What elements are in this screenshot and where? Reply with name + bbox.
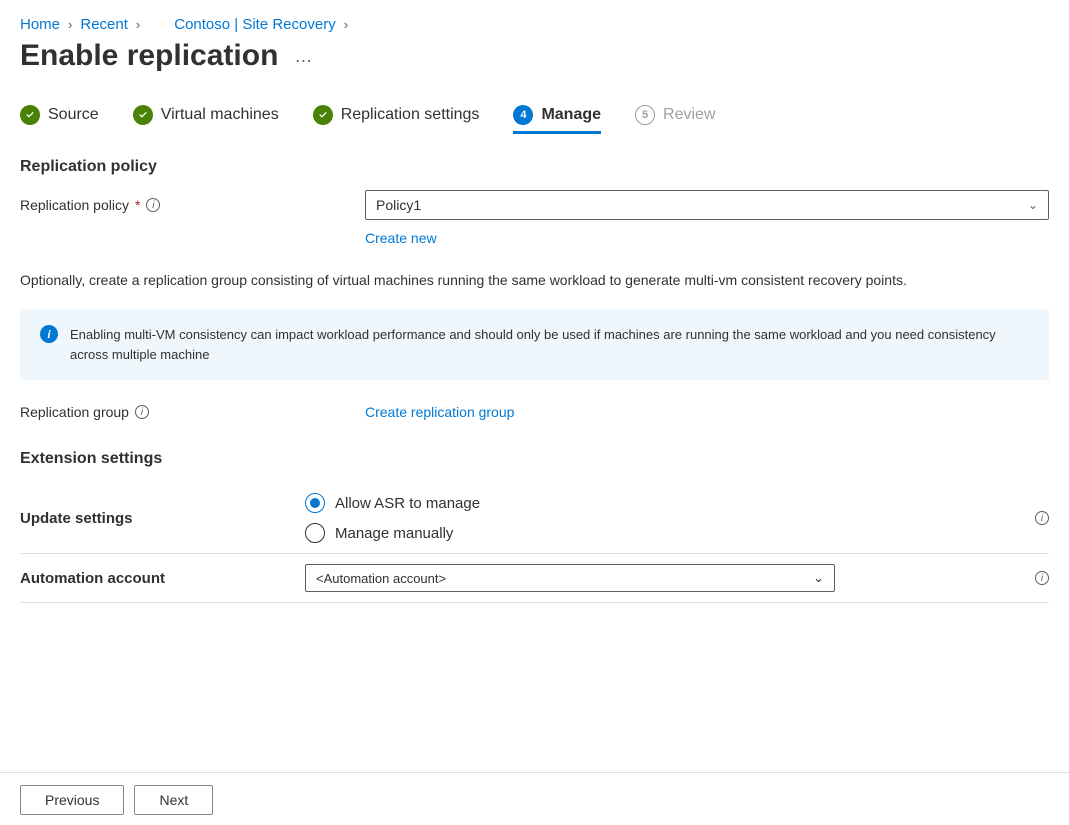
tab-review[interactable]: 5 Review bbox=[635, 105, 715, 134]
select-value: <Automation account> bbox=[316, 571, 446, 586]
label-replication-group: Replication group bbox=[20, 404, 129, 420]
info-icon[interactable]: i bbox=[1035, 571, 1049, 585]
tab-label: Source bbox=[48, 106, 99, 124]
replication-group-description: Optionally, create a replication group c… bbox=[20, 270, 1049, 291]
breadcrumb-site-recovery[interactable]: Contoso | Site Recovery bbox=[174, 16, 335, 33]
chevron-right-icon: › bbox=[68, 17, 72, 32]
breadcrumb-recent[interactable]: Recent bbox=[80, 16, 128, 33]
chevron-right-icon: › bbox=[344, 17, 348, 32]
label-automation-account: Automation account bbox=[20, 570, 305, 587]
info-icon[interactable]: i bbox=[135, 405, 149, 419]
required-asterisk: * bbox=[135, 197, 140, 213]
radio-label: Allow ASR to manage bbox=[335, 495, 480, 512]
step-number-icon: 5 bbox=[635, 105, 655, 125]
tab-label: Virtual machines bbox=[161, 106, 279, 124]
radio-icon bbox=[305, 523, 325, 543]
step-number-icon: 4 bbox=[513, 105, 533, 125]
breadcrumb: Home › Recent › Contoso | Site Recovery … bbox=[20, 16, 1049, 33]
radio-group-update-settings: Allow ASR to manage Manage manually bbox=[305, 493, 480, 543]
check-icon bbox=[133, 105, 153, 125]
page-title: Enable replication bbox=[20, 39, 278, 73]
radio-icon bbox=[305, 493, 325, 513]
footer-actions: Previous Next bbox=[20, 773, 1049, 815]
chevron-down-icon: ⌄ bbox=[1028, 198, 1038, 212]
select-automation-account[interactable]: <Automation account> ⌄ bbox=[305, 564, 835, 592]
section-heading-replication-policy: Replication policy bbox=[20, 158, 1049, 176]
previous-button[interactable]: Previous bbox=[20, 785, 124, 815]
link-create-new-policy[interactable]: Create new bbox=[365, 230, 437, 246]
info-banner-text: Enabling multi-VM consistency can impact… bbox=[70, 325, 1029, 364]
radio-allow-asr[interactable]: Allow ASR to manage bbox=[305, 493, 480, 513]
select-value: Policy1 bbox=[376, 197, 421, 213]
tab-label: Manage bbox=[541, 106, 601, 124]
next-button[interactable]: Next bbox=[134, 785, 213, 815]
check-icon bbox=[20, 105, 40, 125]
more-actions-button[interactable]: … bbox=[294, 46, 314, 67]
tab-manage[interactable]: 4 Manage bbox=[513, 105, 601, 134]
radio-label: Manage manually bbox=[335, 525, 453, 542]
label-update-settings: Update settings bbox=[20, 510, 305, 527]
section-heading-extension-settings: Extension settings bbox=[20, 450, 1049, 468]
info-icon[interactable]: i bbox=[1035, 511, 1049, 525]
tab-label: Review bbox=[663, 106, 715, 124]
info-icon[interactable]: i bbox=[146, 198, 160, 212]
link-create-replication-group[interactable]: Create replication group bbox=[365, 404, 514, 420]
chevron-right-icon: › bbox=[136, 17, 140, 32]
radio-manage-manually[interactable]: Manage manually bbox=[305, 523, 480, 543]
tab-source[interactable]: Source bbox=[20, 105, 99, 134]
label-replication-policy: Replication policy bbox=[20, 197, 129, 213]
check-icon bbox=[313, 105, 333, 125]
chevron-down-icon: ⌄ bbox=[813, 570, 824, 586]
select-replication-policy[interactable]: Policy1 ⌄ bbox=[365, 190, 1049, 220]
info-icon: i bbox=[40, 325, 58, 343]
info-banner-multi-vm: i Enabling multi-VM consistency can impa… bbox=[20, 309, 1049, 380]
wizard-tabs: Source Virtual machines Replication sett… bbox=[20, 105, 1049, 134]
breadcrumb-home[interactable]: Home bbox=[20, 16, 60, 33]
tab-virtual-machines[interactable]: Virtual machines bbox=[133, 105, 279, 134]
tab-label: Replication settings bbox=[341, 106, 480, 124]
tab-replication-settings[interactable]: Replication settings bbox=[313, 105, 480, 134]
